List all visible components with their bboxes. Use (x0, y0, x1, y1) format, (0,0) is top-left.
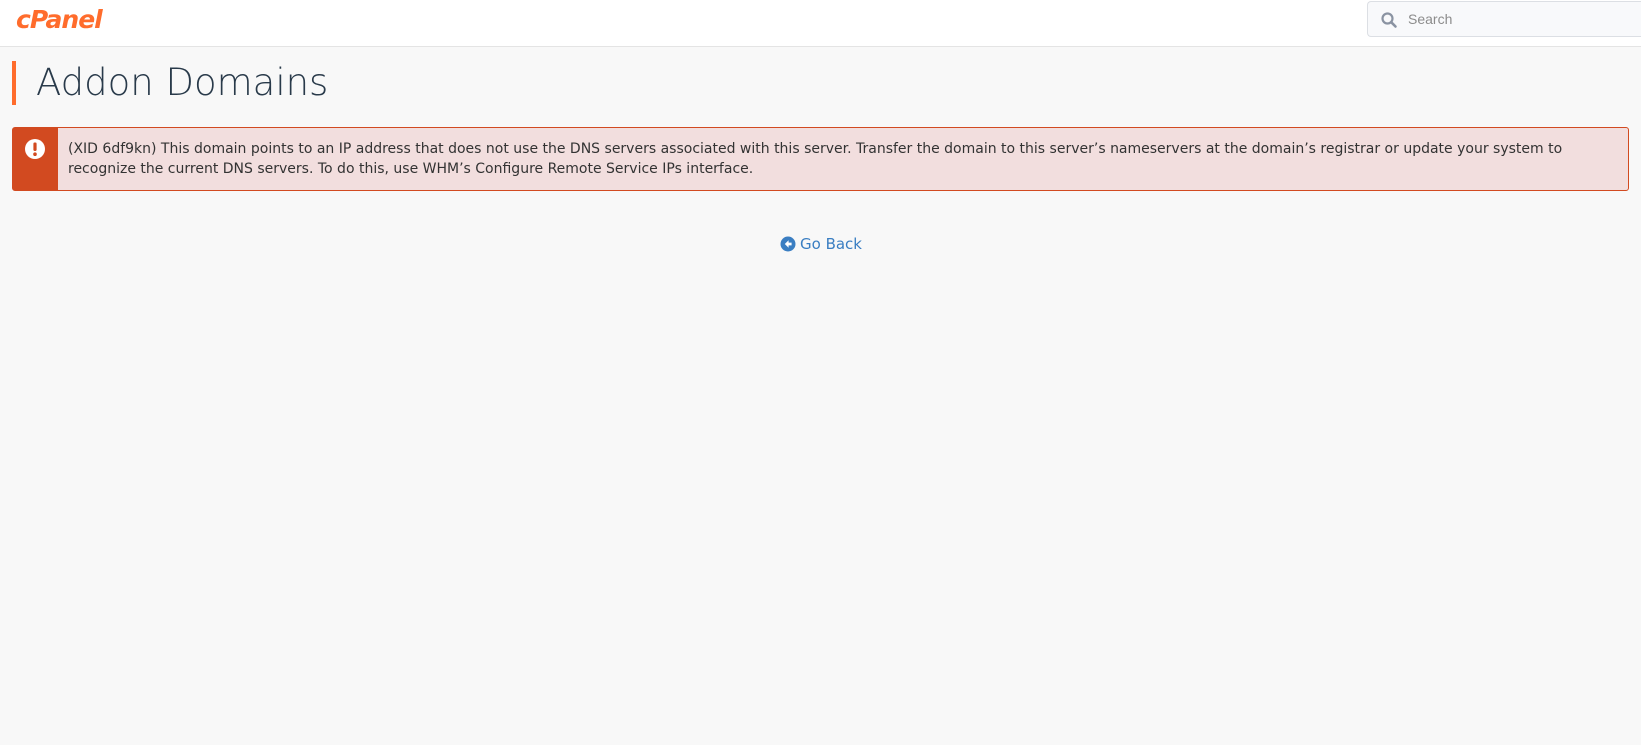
alert-message: (XID 6df9kn) This domain points to an IP… (68, 141, 1563, 177)
search-icon (1381, 12, 1397, 28)
alert-icon-panel (13, 128, 58, 190)
page-header: Addon Domains (12, 61, 328, 105)
go-back-label: Go Back (800, 235, 862, 253)
page-title: Addon Domains (36, 61, 329, 104)
exclamation-circle-icon (25, 139, 45, 159)
cpanel-logo[interactable]: cPanel (16, 5, 103, 35)
error-alert: (XID 6df9kn) This domain points to an IP… (12, 127, 1629, 191)
search-input[interactable] (1404, 2, 1641, 36)
arrow-circle-left-icon (780, 236, 796, 252)
top-bar: cPanel (0, 0, 1641, 47)
search-box[interactable] (1367, 1, 1641, 37)
go-back-link[interactable]: Go Back (780, 234, 862, 254)
